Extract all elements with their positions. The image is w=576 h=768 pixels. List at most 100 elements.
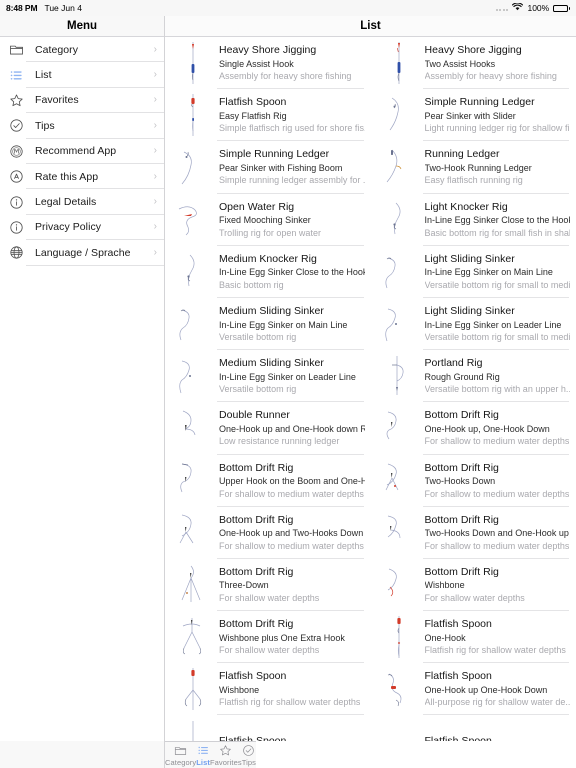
battery-full-icon [553,4,570,12]
sidebar-item-rate-this-app[interactable]: Rate this App › [0,163,164,190]
list-item-title: Bottom Drift Rig [219,513,294,526]
list-item[interactable]: Heavy Shore Jigging Two Assist Hooks Assem… [370,37,576,90]
tab-category[interactable]: Category [165,742,196,768]
list-item-subtitle: In-Line Egg Sinker on Main Line [424,267,553,278]
rig-thumbnail-icon [171,249,215,295]
list-item-title: Bottom Drift Rig [219,618,294,631]
sidebar-item-recommend-app[interactable]: Recommend App › [0,138,164,165]
battery-percent: 100% [527,3,550,13]
sidebar-item-label: Privacy Policy [35,221,102,234]
list-item[interactable]: Running Ledger Two-Hook Running Ledger Eas… [370,141,576,194]
list-item-description: For shallow to medium water depths [219,488,364,499]
sidebar-item-list[interactable]: List › [0,62,164,89]
list-icon [7,66,26,85]
list-item-text: Flatfish Spoon [219,735,288,741]
list-item[interactable]: Heavy Shore Jigging Single Assist Hook Ass… [165,37,371,90]
list-item-text: Medium Sliding Sinker In-Line Egg Sinker … [219,305,349,343]
bottom-bar-area: Category List Favorites Tips [0,741,576,768]
list-item[interactable]: Bottom Drift Rig Wishbone For shallow wate… [370,558,576,612]
list-item-description: Simple flatfisch rig used for shore fis.… [219,123,365,134]
list-item[interactable]: Bottom Drift Rig One-Hook up, One-Hook Do… [370,402,576,455]
list-item-description: Versatile bottom rig [219,384,297,395]
list-item[interactable]: Double Runner One-Hook up and One-Hook do… [165,402,371,455]
list-item-description: Basic bottom rig [219,279,284,290]
list-item[interactable]: Flatfish Spoon Easy Flatfish Rig Simple fl… [165,89,371,142]
list-item-text: Bottom Drift Rig Wishbone For shallow wate… [425,566,527,604]
list-item[interactable]: Light Sliding Sinker In-Line Egg Sinker o… [370,245,576,298]
list-item[interactable]: Flatfish Spoon One-Hook Flatfish rig for s… [370,611,576,664]
list-item-subtitle: Single Assist Hook [219,58,294,69]
list-item-description: Simple running ledger assembly for ... [219,175,365,186]
sidebar-item-label: Language / Sprache [35,246,131,259]
list-item-subtitle: Two Assist Hooks [424,58,496,69]
rig-thumbnail-icon [377,510,421,556]
rig-thumbnail-icon [171,405,215,451]
list-item-text: Bottom Drift Rig One-Hook up and Two-Hook… [219,514,366,552]
list-item-subtitle: Easy Flatfish Rig [219,110,287,121]
list-item[interactable]: Light Knocker Rig In-Line Egg Sinker Clos… [370,193,576,246]
sidebar-item-tips[interactable]: Tips › [0,113,164,139]
list-item[interactable]: Medium Sliding Sinker In-Line Egg Sinker … [165,297,371,351]
sidebar-item-label: Category [35,43,79,56]
list-item-text: Flatfish Spoon One-Hook up One-Hook Down A… [425,670,573,708]
list-item[interactable]: Simple Running Ledger Pear Sinker with Fi… [165,141,371,194]
list-item-title: Bottom Drift Rig [219,565,294,578]
list-item[interactable]: Bottom Drift Rig Wishbone plus One Extra … [165,611,371,664]
check-circle-icon [7,116,26,135]
list-item-subtitle: In-Line Egg Sinker on Leader Line [219,371,356,382]
folder-icon [174,744,187,757]
sidebar-item-label: Favorites [35,94,79,107]
sidebar-navbar: Menu [0,16,164,37]
list-item-description: For shallow water depths [219,645,320,656]
list-item-subtitle: In-Line Egg Sinker Close to the Hook [424,215,571,226]
list-item-text: Heavy Shore Jigging Two Assist Hooks Assem… [425,44,559,82]
list-item[interactable]: Bottom Drift Rig Upper Hook on the Boom a… [165,454,371,507]
status-bar-left: 8:48 PM Tue Jun 4 [6,3,82,13]
list-item[interactable]: Medium Sliding Sinker In-Line Egg Sinker … [165,350,371,403]
list-item-subtitle: One-Hook up and One-Hook down Rur [219,423,365,434]
list-icon [197,744,210,757]
rig-thumbnail-icon [377,353,421,399]
list-item[interactable]: Bottom Drift Rig Two-Hooks Down and One-H… [370,506,576,559]
list-item[interactable]: Bottom Drift Rig Two-Hooks Down For shallo… [370,454,576,507]
sidebar-item-category[interactable]: Category › [0,37,164,63]
list-item-title: Bottom Drift Rig [424,513,499,526]
list-item-description: For shallow water depths [424,592,525,603]
list-item[interactable]: Simple Running Ledger Pear Sinker with Sl… [370,89,576,142]
list-item-text: Bottom Drift Rig Upper Hook on the Boom a… [219,462,367,500]
list-item[interactable]: Open Water Rig Fixed Mooching Sinker Troll… [165,193,371,246]
list-item[interactable]: Flatfish Spoon Wishbone Flatfish rig for s… [165,663,371,716]
tab-label: Favorites [209,757,242,767]
list-item-description: For shallow water depths [219,592,320,603]
list-item-description: Versatile bottom rig for small to medi..… [424,279,571,290]
list-item[interactable]: Bottom Drift Rig Three-Down For shallow wa… [165,558,371,612]
list-item-text: Simple Running Ledger Pear Sinker with Sl… [425,96,573,134]
tab-tips[interactable]: Tips [242,742,256,768]
list-item[interactable]: Flatfish Spoon [165,715,371,741]
list-item-text: Light Sliding Sinker In-Line Egg Sinker o… [425,253,573,291]
list-item-title: Simple Running Ledger [424,96,535,109]
chevron-right-icon: › [153,246,157,258]
list-item[interactable]: Medium Knocker Rig In-Line Egg Sinker Clo… [165,245,371,298]
page-title: List [360,20,381,32]
sidebar-menu-list[interactable]: Category › List › Favorites › Tips › Recomme… [0,37,164,741]
sidebar-item-favorites[interactable]: Favorites › [0,87,164,114]
list-item[interactable]: Light Sliding Sinker In-Line Egg Sinker o… [370,297,576,351]
list-item[interactable]: Bottom Drift Rig One-Hook up and Two-Hook… [165,506,371,559]
info-circle-icon [7,218,26,237]
list-item-text: Simple Running Ledger Pear Sinker with Fi… [219,148,367,186]
sidebar-title: Menu [66,20,98,32]
sidebar-item-language-sprache[interactable]: Language / Sprache › [0,240,164,266]
tab-bar[interactable]: Category List Favorites Tips [165,741,257,768]
list-item[interactable]: Portland Rig Rough Ground Rig Versatile bo… [370,350,576,403]
list-scroll-area[interactable]: Heavy Shore Jigging Single Assist Hook Ass… [165,37,576,741]
sidebar-item-legal-details[interactable]: Legal Details › [0,189,164,216]
list-item[interactable]: Flatfish Spoon One-Hook up One-Hook Down A… [370,663,576,716]
list-item-subtitle: One-Hook up One-Hook Down [424,684,548,695]
tab-list[interactable]: List [196,742,210,768]
tab-favorites[interactable]: Favorites [210,742,242,768]
sidebar-item-privacy-policy[interactable]: Privacy Policy › [0,214,164,241]
list-item[interactable]: Flatfish Spoon [370,715,576,741]
list-item-subtitle: Rough Ground Rig [424,371,500,382]
chevron-right-icon: › [153,94,157,106]
